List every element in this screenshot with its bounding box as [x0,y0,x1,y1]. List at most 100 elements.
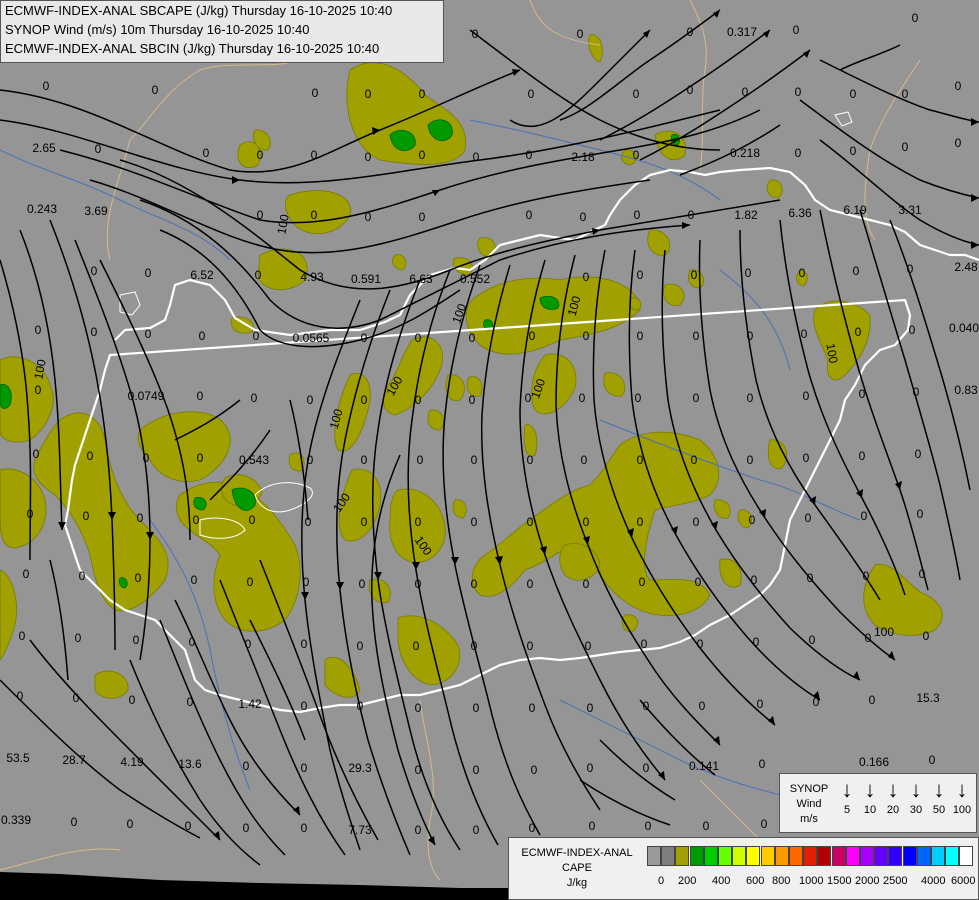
cape-value: 0.166 [859,755,889,769]
cape-value: 0 [127,817,134,831]
cape-value: 0 [415,393,422,407]
cape-color-swatch [817,846,832,866]
cape-value: 0 [528,87,535,101]
cape-value: 29.3 [348,761,372,775]
cape-value: 0 [703,819,710,833]
cape-value: 0 [301,637,308,651]
cape-value: 0 [643,761,650,775]
cape-value: 0 [415,577,422,591]
cape-value: 0 [189,635,196,649]
cape-value: 0 [129,693,136,707]
cape-value: 0 [137,511,144,525]
cape-value: 0 [357,639,364,653]
weather-map[interactable]: 0 0 0 0.317 0 0 0 0 0 0 0 0 0 0 0 0 0 0 0 2.65 0 0 0 0 0 0 0 0 2.18 0… [0,0,979,900]
cape-value: 0 [469,331,476,345]
cape-tick-label: 6000 [951,875,976,887]
cape-value: 0 [312,86,319,100]
cape-value: 0 [579,391,586,405]
synop-wind-legend: SYNOP Wind m/s ↓ 5 ↓ 10 ↓ 20 ↓ 30 ↓ 50 ↓ 100 [779,773,977,833]
cape-color-swatch [661,846,676,866]
cape-value: 0 [929,753,936,767]
cape-value: 0 [365,150,372,164]
cape-value: 0 [187,695,194,709]
cape-color-swatch [874,846,889,866]
cape-value: 0 [691,268,698,282]
cape-value: 0 [253,329,260,343]
cape-value: 0 [17,689,24,703]
cape-value: 0 [135,571,142,585]
cape-value: 0 [83,509,90,523]
cape-tick-label: 2000 [855,875,880,887]
cape-value: 0 [687,25,694,39]
cape-value: 2.48 [954,260,978,274]
cape-value: 0 [909,323,916,337]
cape-value: 0 [850,87,857,101]
cape-value: 0 [527,515,534,529]
cape-value: 0 [415,823,422,837]
cape-value: 0.83 [954,383,978,397]
cape-value: 0 [471,577,478,591]
cape-value: 0 [91,264,98,278]
cape-value: 0 [699,699,706,713]
cape-value: 0 [757,697,764,711]
cape-color-swatch [689,846,704,866]
cape-value: 0 [311,208,318,222]
cape-value: 0.218 [730,146,760,160]
cape-value: 0 [361,515,368,529]
cape-value: 0 [245,637,252,651]
cape-value: 6.19 [843,203,867,217]
cape-color-swatch [860,846,874,866]
cape-value: 0 [529,701,536,715]
cape-value: 28.7 [62,753,86,767]
cape-value: 0 [955,136,962,150]
cape-value: 0 [693,329,700,343]
cape-color-swatch [732,846,747,866]
cape-value: 0 [471,453,478,467]
cape-value: 53.5 [6,751,30,765]
cape-value: 0.0565 [293,331,330,345]
cape-value: 0 [693,391,700,405]
cape-value: 0 [197,451,204,465]
cape-value: 0 [695,575,702,589]
cape-value: 6.52 [190,268,214,282]
cape-value: 0 [747,329,754,343]
cape-value: 0 [637,453,644,467]
cape-value: 0 [799,266,806,280]
cape-value: 0 [751,573,758,587]
cape-value: 0.040 [949,321,979,335]
cape-value: 0 [955,79,962,93]
cape-color-swatch [647,846,661,866]
cape-value: 0 [850,144,857,158]
cape-value: 0 [859,449,866,463]
cape-value: 0.141 [689,759,719,773]
cape-value: 0 [73,691,80,705]
cape-value: 0 [747,453,754,467]
cape-value: 0 [795,85,802,99]
cape-value: 0 [415,763,422,777]
cape-value: 0 [923,629,930,643]
cape-value: 0 [577,27,584,41]
cape-value: 0 [365,210,372,224]
cape-value: 0 [473,150,480,164]
cape-value: 0 [133,633,140,647]
cape-value: 0 [635,391,642,405]
cape-value: 0 [749,513,756,527]
cape-value: 0.243 [27,202,57,216]
cape-value: 0 [855,325,862,339]
cape-value: 0 [919,567,926,581]
map-header: ECMWF-INDEX-ANAL SBCAPE (J/kg) Thursday … [0,0,444,63]
cape-value: 0 [688,208,695,222]
cape-value: 0 [902,87,909,101]
cape-value: 0 [793,23,800,37]
cape-value: 2.18 [571,150,595,164]
cape-value: 0 [311,148,318,162]
cape-value: 0 [257,148,264,162]
cape-value: 0 [301,821,308,835]
cape-value: 0 [203,146,210,160]
cape-value: 0 [145,327,152,341]
cape-value: 0 [742,85,749,99]
header-synop: SYNOP Wind (m/s) 10m Thursday 16-10-2025… [5,22,310,37]
cape-value: 0 [75,631,82,645]
cape-value: 0 [633,87,640,101]
cape-value: 13.6 [178,757,202,771]
